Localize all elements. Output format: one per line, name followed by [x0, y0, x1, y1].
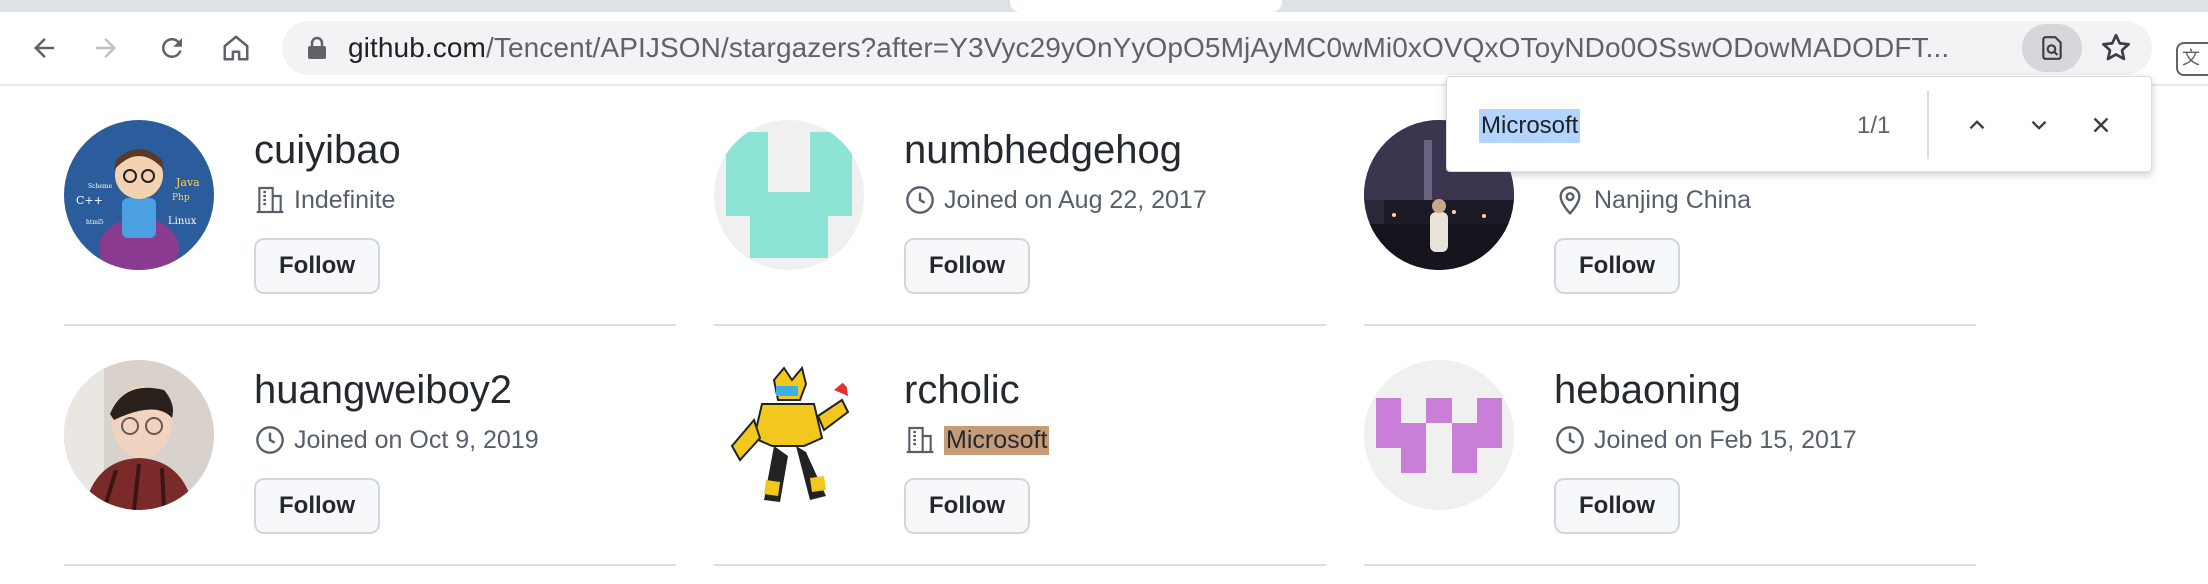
follow-button[interactable]: Follow — [254, 238, 380, 294]
translate-extension-icon[interactable]: 文 — [2176, 42, 2208, 76]
identicon-purple-image — [1364, 360, 1514, 510]
tab-strip — [0, 0, 2208, 12]
find-in-page-indicator[interactable] — [2022, 24, 2082, 72]
back-button[interactable] — [22, 26, 66, 70]
user-meta: Microsoft — [904, 422, 1050, 458]
follow-button[interactable]: Follow — [904, 238, 1030, 294]
avatar-text-html5: html5 — [86, 219, 104, 226]
user-meta: Indefinite — [254, 182, 395, 218]
forward-arrow-icon — [96, 38, 116, 58]
user-joined-date: Joined on Oct 9, 2019 — [294, 425, 539, 454]
avatar[interactable] — [64, 360, 214, 510]
building-icon — [254, 184, 286, 216]
user-meta: Nanjing China — [1554, 182, 1751, 218]
username-link[interactable]: rcholic — [904, 366, 1020, 414]
chevron-up-icon — [1969, 120, 1985, 130]
forward-button[interactable] — [84, 26, 128, 70]
bookmark-star-icon[interactable] — [2098, 30, 2134, 66]
avatar-text-cpp: C++ — [76, 194, 103, 207]
user-card-cuiyibao: Java Php C++ Linux Scheme html5 cuiyibao… — [64, 86, 676, 326]
follow-button[interactable]: Follow — [1554, 238, 1680, 294]
username-link[interactable]: huangweiboy2 — [254, 366, 512, 414]
user-joined-date: Joined on Feb 15, 2017 — [1594, 425, 1857, 454]
user-location: Nanjing China — [1594, 185, 1752, 214]
user-company-highlighted: Microsoft — [944, 425, 1050, 455]
back-arrow-icon — [34, 38, 54, 58]
avatar-text-scheme: Scheme — [88, 183, 113, 190]
user-card-huangweiboy2: huangweiboy2 Joined on Oct 9, 2019 Follo… — [64, 326, 676, 566]
follow-button[interactable]: Follow — [1554, 478, 1680, 534]
find-match-count: 1/1 — [1857, 112, 1891, 139]
lock-icon — [308, 36, 326, 59]
clock-icon — [904, 184, 936, 216]
building-icon — [904, 424, 936, 456]
avatar[interactable] — [1364, 360, 1514, 510]
username-link[interactable]: cuiyibao — [254, 126, 401, 174]
cartoon-avatar-image: Java Php C++ Linux Scheme html5 — [64, 120, 214, 270]
robot-character-image — [714, 360, 864, 510]
location-icon — [1554, 184, 1586, 216]
user-joined-date: Joined on Aug 22, 2017 — [944, 185, 1207, 214]
follow-button[interactable]: Follow — [904, 478, 1030, 534]
url-path: /Tencent/APIJSON/stargazers?after=Y3Vyc2… — [485, 32, 1950, 63]
user-meta: Joined on Aug 22, 2017 — [904, 182, 1207, 218]
address-bar[interactable]: github.com/Tencent/APIJSON/stargazers?af… — [282, 21, 2152, 75]
find-input[interactable]: Microsoft — [1479, 109, 1581, 143]
username-link[interactable]: numbhedgehog — [904, 126, 1182, 174]
home-icon — [223, 35, 249, 61]
user-card-hebaoning: hebaoning Joined on Feb 15, 2017 Follow — [1364, 326, 1976, 566]
avatar-text-java: Java — [175, 176, 200, 189]
find-next-button[interactable] — [2017, 103, 2061, 147]
avatar[interactable]: Java Php C++ Linux Scheme html5 — [64, 120, 214, 270]
chevron-down-icon — [2031, 120, 2047, 130]
reload-icon — [161, 37, 182, 58]
avatar[interactable] — [714, 360, 864, 510]
user-meta: Joined on Feb 15, 2017 — [1554, 422, 1857, 458]
avatar-text-linux: Linux — [168, 216, 197, 227]
follow-button[interactable]: Follow — [254, 478, 380, 534]
active-tab[interactable] — [1010, 0, 1282, 12]
find-divider — [1927, 91, 1929, 159]
portrait-photo-image — [64, 360, 214, 510]
find-bar: Microsoft 1/1 — [1446, 76, 2152, 172]
identicon-teal-image — [714, 120, 864, 270]
user-card-rcholic: rcholic Microsoft Follow — [714, 326, 1326, 566]
find-page-icon — [2042, 36, 2062, 60]
clock-icon — [1554, 424, 1586, 456]
browser-toolbar: github.com/Tencent/APIJSON/stargazers?af… — [0, 12, 2208, 86]
reload-button[interactable] — [150, 26, 194, 70]
user-card-numbhedgehog: numbhedgehog Joined on Aug 22, 2017 Foll… — [714, 86, 1326, 326]
user-meta: Joined on Oct 9, 2019 — [254, 422, 539, 458]
find-previous-button[interactable] — [1955, 103, 1999, 147]
user-company: Indefinite — [294, 185, 396, 214]
clock-icon — [254, 424, 286, 456]
find-close-button[interactable] — [2079, 103, 2123, 147]
avatar-text-php: Php — [172, 193, 190, 203]
home-button[interactable] — [214, 26, 258, 70]
username-link[interactable]: hebaoning — [1554, 366, 1741, 414]
avatar[interactable] — [714, 120, 864, 270]
url-host: github.com — [348, 32, 486, 63]
url-text: github.com/Tencent/APIJSON/stargazers?af… — [348, 33, 1949, 63]
close-icon — [2093, 117, 2109, 133]
